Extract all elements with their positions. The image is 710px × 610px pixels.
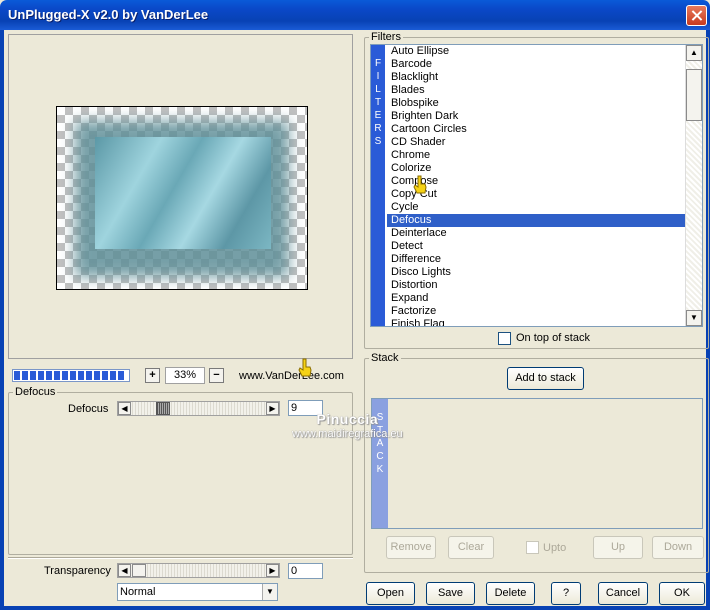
progress-bar	[12, 369, 130, 382]
filter-list-item[interactable]: Deinterlace	[387, 227, 685, 240]
defocus-param-label: Defocus	[68, 403, 109, 415]
preview-content	[95, 137, 271, 249]
down-button[interactable]: Down	[652, 536, 704, 559]
arrow-left-icon[interactable]: ◀	[118, 564, 131, 577]
filter-list-item[interactable]: Compose	[387, 175, 685, 188]
filters-tab-letter: R	[374, 123, 382, 134]
filters-tab-letter: I	[376, 71, 380, 82]
filter-list-item[interactable]: Barcode	[387, 58, 685, 71]
filter-list-item[interactable]: Defocus	[387, 214, 685, 227]
scroll-thumb[interactable]	[686, 69, 702, 121]
watermark-name: Pinuccia	[316, 411, 379, 427]
ok-button[interactable]: OK	[659, 582, 705, 605]
upto-label: Upto	[543, 542, 567, 554]
zoom-level: 33%	[165, 367, 205, 384]
filters-tab-letter: L	[375, 84, 381, 95]
open-button[interactable]: Open	[366, 582, 415, 605]
watermark: Pinuccia www.maidiregrafica.eu	[292, 411, 403, 440]
delete-button[interactable]: Delete	[486, 582, 535, 605]
arrow-right-icon[interactable]: ▶	[266, 402, 279, 415]
filters-tab-letter: F	[374, 58, 382, 69]
transparency-slider[interactable]: ◀ ▶	[117, 563, 280, 578]
title-bar[interactable]: UnPlugged-X v2.0 by VanDerLee	[0, 0, 710, 30]
zoom-out-button[interactable]: −	[209, 368, 224, 383]
filter-list-item[interactable]: Finish Flag	[387, 318, 685, 326]
add-to-stack-button[interactable]: Add to stack	[507, 367, 584, 390]
filter-list-item[interactable]: Chrome	[387, 149, 685, 162]
window-title: UnPlugged-X v2.0 by VanDerLee	[8, 7, 209, 22]
scroll-down-icon[interactable]: ▼	[686, 310, 702, 326]
filters-tab-letter: S	[374, 136, 382, 147]
filters-tab-letter: E	[374, 110, 382, 121]
blend-mode-select[interactable]: Normal ▼	[117, 583, 278, 601]
window-frame-bottom	[0, 606, 710, 610]
stack-list[interactable]: STACK	[371, 398, 703, 529]
filter-list-item[interactable]: Blobspike	[387, 97, 685, 110]
divider	[8, 557, 353, 559]
arrow-left-icon[interactable]: ◀	[118, 402, 131, 415]
preview-panel	[8, 34, 353, 359]
filter-list-item[interactable]: CD Shader	[387, 136, 685, 149]
close-icon[interactable]	[686, 5, 707, 26]
on-top-label: On top of stack	[516, 332, 590, 344]
scroll-up-icon[interactable]: ▲	[686, 45, 702, 61]
hand-cursor-icon	[298, 358, 312, 377]
arrow-right-icon[interactable]: ▶	[266, 564, 279, 577]
filters-tab-letter: T	[374, 97, 382, 108]
transparency-value-input[interactable]: 0	[288, 563, 323, 579]
hand-cursor-icon	[413, 175, 427, 194]
filter-list-item[interactable]: Blades	[387, 84, 685, 97]
filter-list-item[interactable]: Expand	[387, 292, 685, 305]
on-top-checkbox[interactable]	[498, 332, 511, 345]
filter-list-item[interactable]: Cycle	[387, 201, 685, 214]
filter-list-item[interactable]: Detect	[387, 240, 685, 253]
blend-mode-value: Normal	[120, 586, 156, 598]
filter-list-item[interactable]: Colorize	[387, 162, 685, 175]
filter-list-item[interactable]: Difference	[387, 253, 685, 266]
filter-list-item[interactable]: Blacklight	[387, 71, 685, 84]
defocus-slider[interactable]: ◀ ▶	[117, 401, 280, 416]
defocus-slider-thumb[interactable]	[156, 402, 170, 415]
window-frame-left	[0, 30, 4, 610]
defocus-group-legend: Defocus	[15, 386, 56, 398]
preview-image[interactable]	[56, 106, 308, 290]
filter-list-item[interactable]: Disco Lights	[387, 266, 685, 279]
filter-list-item[interactable]: Brighten Dark	[387, 110, 685, 123]
stack-tab-letter: C	[376, 451, 384, 462]
filter-list-item[interactable]: Factorize	[387, 305, 685, 318]
upto-checkbox[interactable]	[526, 541, 539, 554]
filter-list-item[interactable]: Cartoon Circles	[387, 123, 685, 136]
help-button[interactable]: ?	[551, 582, 581, 605]
filter-list-item[interactable]: Copy Cut	[387, 188, 685, 201]
filter-list-item[interactable]: Distortion	[387, 279, 685, 292]
save-button[interactable]: Save	[426, 582, 475, 605]
filters-items: Auto Ellipse Barcode Blacklight Blades Blobs…	[387, 45, 685, 326]
clear-button[interactable]: Clear	[448, 536, 494, 559]
stack-tab-letter: K	[376, 464, 384, 475]
filters-scrollbar[interactable]: ▲ ▼	[685, 45, 702, 326]
stack-group-legend: Stack	[371, 352, 399, 364]
filters-group-legend: Filters	[371, 31, 401, 43]
dropdown-icon[interactable]: ▼	[262, 584, 277, 600]
cancel-button[interactable]: Cancel	[598, 582, 648, 605]
transparency-label: Transparency	[44, 565, 111, 577]
remove-button[interactable]: Remove	[386, 536, 436, 559]
watermark-url: www.maidiregrafica.eu	[292, 428, 403, 440]
website-link[interactable]: www.VanDerLee.com	[239, 370, 344, 382]
filters-vertical-tab: FILTERS	[371, 45, 385, 326]
up-button[interactable]: Up	[593, 536, 643, 559]
filter-list-item[interactable]: Auto Ellipse	[387, 45, 685, 58]
transparency-slider-thumb[interactable]	[132, 564, 146, 577]
zoom-in-button[interactable]: +	[145, 368, 160, 383]
